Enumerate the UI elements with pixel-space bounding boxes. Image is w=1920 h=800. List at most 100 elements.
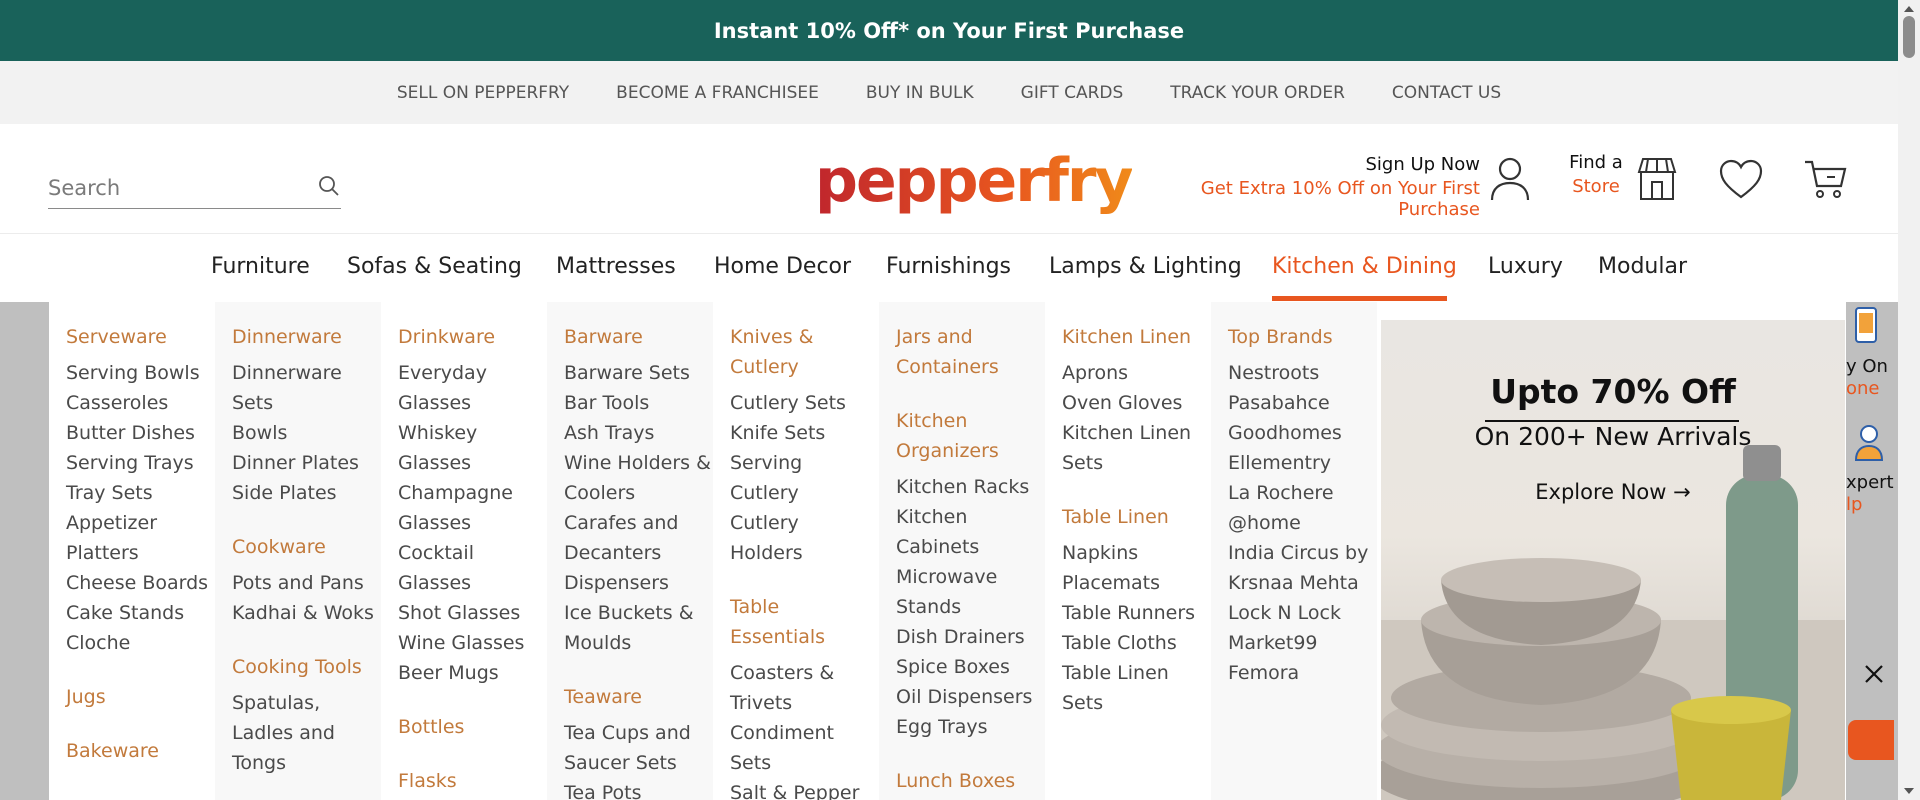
menu-heading-lunch-boxes[interactable]: Lunch Boxes (896, 766, 1045, 796)
find-store-line2[interactable]: Store (1566, 176, 1626, 197)
menu-item[interactable]: Tea Cups and (564, 718, 713, 748)
nav-mattresses[interactable]: Mattresses (556, 254, 676, 279)
menu-item[interactable]: Ash Trays (564, 418, 713, 448)
page-scrollbar[interactable] (1898, 0, 1920, 800)
menu-item[interactable]: Spatulas, (232, 688, 381, 718)
menu-item[interactable]: Dinnerware (232, 358, 381, 388)
menu-item[interactable]: Glasses (398, 448, 547, 478)
menu-item[interactable]: Appetizer (66, 508, 215, 538)
menu-item[interactable]: Serving Bowls (66, 358, 215, 388)
chat-widget-button[interactable] (1848, 720, 1894, 760)
menu-item[interactable]: Everyday (398, 358, 547, 388)
menu-heading-top-brands[interactable]: Top Brands (1228, 322, 1377, 352)
menu-item[interactable]: Serving Trays (66, 448, 215, 478)
menu-item[interactable]: Sets (1062, 448, 1211, 478)
menu-item[interactable]: La Rochere (1228, 478, 1377, 508)
menu-item[interactable]: Carafes and (564, 508, 713, 538)
menu-heading-teaware[interactable]: Teaware (564, 682, 713, 712)
scroll-up-icon[interactable] (1898, 2, 1920, 16)
menu-item[interactable]: Napkins (1062, 538, 1211, 568)
menu-item[interactable]: Cake Stands (66, 598, 215, 628)
menu-item[interactable]: Wine Glasses (398, 628, 547, 658)
menu-item[interactable]: Table Cloths (1062, 628, 1211, 658)
menu-item[interactable]: Beer Mugs (398, 658, 547, 688)
menu-heading-kitchen[interactable]: Kitchen (896, 406, 1045, 436)
menu-item[interactable]: Cabinets (896, 532, 1045, 562)
banner-cta[interactable]: Explore Now → (1381, 480, 1845, 504)
menu-item[interactable]: Coolers (564, 478, 713, 508)
menu-heading-serveware[interactable]: Serveware (66, 322, 215, 352)
promo-text[interactable]: Instant 10% Off* on Your First Purchase (714, 19, 1184, 43)
signup-offer[interactable]: Get Extra 10% Off on Your First Purchase (1130, 178, 1480, 220)
menu-item[interactable]: Barware Sets (564, 358, 713, 388)
nav-furnishings[interactable]: Furnishings (886, 254, 1011, 279)
link-sell-on-pepperfry[interactable]: SELL ON PEPPERFRY (397, 83, 569, 103)
menu-item[interactable]: Glasses (398, 508, 547, 538)
menu-item[interactable]: Kadhai & Woks (232, 598, 381, 628)
widget-label-2b[interactable]: lp (1846, 494, 1862, 515)
promo-banner[interactable]: Upto 70% Off On 200+ New Arrivals Explor… (1381, 320, 1845, 800)
menu-item[interactable]: Side Plates (232, 478, 381, 508)
menu-item[interactable]: Wine Holders & (564, 448, 713, 478)
menu-heading-flasks[interactable]: Flasks (398, 766, 547, 796)
nav-kitchen-dining[interactable]: Kitchen & Dining (1272, 254, 1457, 279)
search-icon[interactable] (317, 174, 341, 202)
link-track-order[interactable]: TRACK YOUR ORDER (1170, 83, 1345, 103)
banner-subline[interactable]: On 200+ New Arrivals (1381, 422, 1845, 451)
menu-item[interactable]: Table Linen (1062, 658, 1211, 688)
pepperfry-logo[interactable]: pepperfry (815, 146, 1134, 216)
menu-item[interactable]: Ellementry (1228, 448, 1377, 478)
nav-luxury[interactable]: Luxury (1488, 254, 1563, 279)
menu-item[interactable]: Ladles and (232, 718, 381, 748)
nav-sofas-seating[interactable]: Sofas & Seating (347, 254, 522, 279)
menu-item[interactable]: Cloche (66, 628, 215, 658)
link-contact-us[interactable]: CONTACT US (1392, 83, 1501, 103)
menu-heading-cutlery[interactable]: Cutlery (730, 352, 879, 382)
menu-item[interactable]: Platters (66, 538, 215, 568)
menu-item[interactable]: Cocktail (398, 538, 547, 568)
menu-item[interactable]: Cheese Boards (66, 568, 215, 598)
close-icon[interactable] (1862, 662, 1886, 686)
menu-item[interactable]: Bar Tools (564, 388, 713, 418)
menu-heading-barware[interactable]: Barware (564, 322, 713, 352)
menu-item[interactable]: Salt & Pepper (730, 778, 879, 800)
menu-heading-kitchen-linen[interactable]: Kitchen Linen (1062, 322, 1211, 352)
menu-item[interactable]: Lock N Lock (1228, 598, 1377, 628)
menu-item[interactable]: Knife Sets (730, 418, 879, 448)
menu-heading-jugs[interactable]: Jugs (66, 682, 215, 712)
signup-prompt[interactable]: Sign Up Now Get Extra 10% Off on Your Fi… (1130, 154, 1480, 220)
menu-item[interactable]: Tea Pots (564, 778, 713, 800)
menu-heading-cookware[interactable]: Cookware (232, 532, 381, 562)
menu-item[interactable]: Dish Drainers (896, 622, 1045, 652)
menu-item[interactable]: Bowls (232, 418, 381, 448)
menu-item[interactable]: Stands (896, 592, 1045, 622)
menu-heading-knives[interactable]: Knives & (730, 322, 879, 352)
menu-heading-containers[interactable]: Containers (896, 352, 1045, 382)
menu-heading-jars[interactable]: Jars and (896, 322, 1045, 352)
menu-item[interactable]: Saucer Sets (564, 748, 713, 778)
link-gift-cards[interactable]: GIFT CARDS (1021, 83, 1124, 103)
wishlist-heart-icon[interactable] (1718, 156, 1764, 202)
menu-item[interactable]: Whiskey (398, 418, 547, 448)
menu-item[interactable]: Tongs (232, 748, 381, 778)
menu-item[interactable]: Krsnaa Mehta (1228, 568, 1377, 598)
menu-item[interactable]: Holders (730, 538, 879, 568)
menu-item[interactable]: Spice Boxes (896, 652, 1045, 682)
menu-heading-bottles[interactable]: Bottles (398, 712, 547, 742)
signup-title[interactable]: Sign Up Now (1130, 154, 1480, 175)
menu-item[interactable]: Glasses (398, 388, 547, 418)
menu-item[interactable]: Moulds (564, 628, 713, 658)
banner-headline[interactable]: Upto 70% Off (1381, 372, 1845, 411)
search-input[interactable] (48, 175, 288, 200)
menu-item[interactable]: Aprons (1062, 358, 1211, 388)
menu-item[interactable]: Serving (730, 448, 879, 478)
find-store[interactable]: Find a Store (1566, 152, 1626, 197)
menu-heading-cooking-tools[interactable]: Cooking Tools (232, 652, 381, 682)
menu-heading-table-linen[interactable]: Table Linen (1062, 502, 1211, 532)
phone-icon[interactable] (1850, 306, 1880, 344)
store-icon[interactable] (1634, 156, 1680, 202)
promo-bar[interactable]: Instant 10% Off* on Your First Purchase (0, 0, 1898, 61)
menu-item[interactable]: Pasabahce (1228, 388, 1377, 418)
menu-heading-bakeware[interactable]: Bakeware (66, 736, 215, 766)
menu-item[interactable]: Condiment (730, 718, 879, 748)
